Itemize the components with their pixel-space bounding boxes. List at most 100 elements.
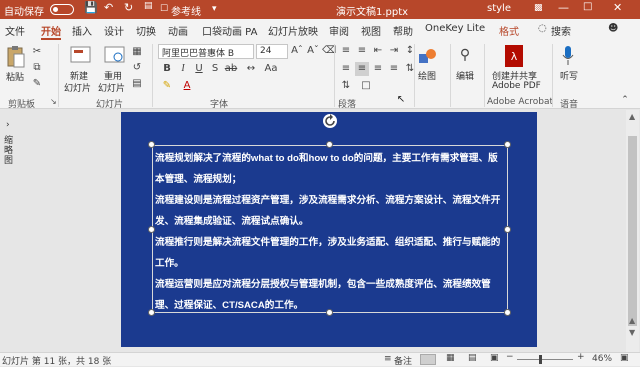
resize-handle[interactable] bbox=[326, 141, 333, 148]
highlight-icon[interactable]: ✎ bbox=[160, 79, 174, 93]
resize-handle[interactable] bbox=[148, 141, 155, 148]
tab-onekey-lite[interactable]: OneKey Lite bbox=[425, 23, 485, 34]
paste-icon[interactable] bbox=[6, 45, 26, 69]
font-family-select[interactable]: 阿里巴巴普惠体 B bbox=[158, 44, 254, 59]
resize-handle[interactable] bbox=[504, 309, 511, 316]
reading-view-icon[interactable]: ▤ bbox=[468, 353, 477, 363]
reuse-slide-label-2[interactable]: 幻灯片 bbox=[98, 81, 125, 94]
group-dialog-launcher-icon[interactable]: ↘ bbox=[50, 97, 57, 106]
reuse-slide-icon[interactable] bbox=[104, 45, 126, 65]
shadow-icon[interactable]: S bbox=[208, 62, 222, 76]
font-color-icon[interactable]: A bbox=[180, 79, 194, 93]
minimize-icon[interactable]: — bbox=[558, 1, 569, 14]
microphone-icon[interactable] bbox=[562, 46, 574, 66]
share-icon[interactable]: ☻ bbox=[608, 23, 618, 34]
zoom-slider[interactable] bbox=[517, 359, 573, 360]
resize-handle[interactable] bbox=[148, 309, 155, 316]
drawing-shapes-icon[interactable] bbox=[418, 47, 438, 65]
resize-handle[interactable] bbox=[504, 226, 511, 233]
tab-pocket-animation[interactable]: 口袋动画 PA bbox=[202, 23, 257, 38]
zoom-slider-thumb[interactable] bbox=[539, 355, 543, 364]
bold-icon[interactable]: B bbox=[160, 62, 174, 76]
copy-icon[interactable]: ⧉ bbox=[30, 61, 44, 75]
thumbnail-pane-collapsed[interactable]: › 缩略图 bbox=[0, 110, 20, 352]
decrease-indent-icon[interactable]: ⇤ bbox=[371, 44, 385, 58]
align-text-icon[interactable]: ⇅ bbox=[339, 79, 353, 93]
increase-indent-icon[interactable]: ⇥ bbox=[387, 44, 401, 58]
resize-handle[interactable] bbox=[504, 141, 511, 148]
tab-animations[interactable]: 动画 bbox=[168, 23, 188, 38]
notes-button[interactable]: 备注 bbox=[394, 354, 412, 367]
slide-show-icon[interactable]: ▣ bbox=[490, 353, 499, 363]
drawing-label[interactable]: 绘图 bbox=[418, 69, 436, 82]
editing-label[interactable]: 编辑 bbox=[456, 69, 474, 82]
decrease-font-icon[interactable]: Aˇ bbox=[306, 44, 320, 58]
format-painter-icon[interactable]: ✎ bbox=[30, 77, 44, 91]
reference-line-label[interactable]: 参考线 bbox=[171, 3, 201, 18]
collapse-ribbon-icon[interactable]: ⌃ bbox=[618, 93, 632, 107]
adobe-pdf-icon[interactable]: λ bbox=[505, 45, 523, 67]
maximize-icon[interactable]: □ bbox=[583, 1, 592, 12]
tab-insert[interactable]: 插入 bbox=[72, 23, 92, 38]
scroll-up-icon[interactable]: ▲ bbox=[629, 112, 635, 121]
zoom-out-icon[interactable]: − bbox=[506, 352, 514, 362]
dictate-label[interactable]: 听写 bbox=[560, 69, 578, 82]
tab-format[interactable]: 格式 bbox=[499, 23, 519, 38]
editing-icon[interactable]: ⚲ bbox=[458, 48, 472, 62]
underline-icon[interactable]: U bbox=[192, 62, 206, 76]
next-slide-icon[interactable]: ▼ bbox=[629, 328, 635, 337]
notes-icon[interactable]: ≡ bbox=[384, 354, 392, 364]
character-spacing-icon[interactable]: ↔ bbox=[244, 62, 258, 76]
start-from-beginning-icon[interactable]: ▤ bbox=[144, 1, 153, 11]
close-icon[interactable]: ✕ bbox=[613, 1, 622, 14]
align-right-icon[interactable]: ≡ bbox=[371, 62, 385, 76]
strikethrough-icon[interactable]: ab bbox=[224, 62, 238, 76]
increase-font-icon[interactable]: Aˆ bbox=[290, 44, 304, 58]
reference-line-checkbox[interactable]: ☐ bbox=[160, 4, 168, 14]
scrollbar-thumb[interactable] bbox=[628, 136, 637, 326]
slide-text-content[interactable]: 流程规划解决了流程的what to do和how to do的问题，主要工作有需… bbox=[155, 148, 505, 316]
zoom-in-icon[interactable]: + bbox=[577, 352, 585, 362]
bullets-icon[interactable]: ≡ bbox=[339, 44, 353, 58]
tab-design[interactable]: 设计 bbox=[104, 23, 124, 38]
smartart-icon[interactable]: □ bbox=[359, 79, 373, 93]
lightbulb-icon[interactable]: ◌ bbox=[538, 23, 547, 34]
undo-icon[interactable]: ↶ bbox=[104, 1, 113, 14]
reset-icon[interactable]: ↺ bbox=[130, 61, 144, 75]
new-slide-label-2[interactable]: 幻灯片 bbox=[64, 81, 91, 94]
zoom-level[interactable]: 46% bbox=[592, 354, 612, 364]
tab-transitions[interactable]: 切换 bbox=[136, 23, 156, 38]
rotate-handle-icon[interactable] bbox=[322, 113, 338, 129]
font-size-select[interactable]: 24 bbox=[256, 44, 288, 59]
tab-review[interactable]: 审阅 bbox=[329, 23, 349, 38]
tab-view[interactable]: 视图 bbox=[361, 23, 381, 38]
align-left-icon[interactable]: ≡ bbox=[339, 62, 353, 76]
new-slide-icon[interactable] bbox=[70, 45, 92, 65]
prev-slide-icon[interactable]: ▲ bbox=[629, 316, 635, 325]
tab-file[interactable]: 文件 bbox=[5, 23, 25, 38]
tab-help[interactable]: 帮助 bbox=[393, 23, 413, 38]
section-icon[interactable]: ▤ bbox=[130, 77, 144, 91]
expand-pane-icon[interactable]: › bbox=[6, 120, 10, 130]
thumbnail-label[interactable]: 缩略图 bbox=[4, 136, 16, 166]
italic-icon[interactable]: I bbox=[176, 62, 190, 76]
adobe-pdf-label[interactable]: Adobe PDF bbox=[492, 81, 541, 91]
change-case-icon[interactable]: Aa bbox=[264, 62, 278, 76]
normal-view-icon[interactable] bbox=[420, 354, 436, 365]
numbering-icon[interactable]: ≡ bbox=[355, 44, 369, 58]
save-icon[interactable]: 💾 bbox=[84, 1, 98, 14]
tab-home[interactable]: 开始 bbox=[41, 23, 61, 38]
tab-slide-show[interactable]: 幻灯片放映 bbox=[268, 23, 318, 38]
ribbon-display-icon[interactable]: ▩ bbox=[534, 3, 543, 13]
slide-sorter-icon[interactable]: ▦ bbox=[446, 353, 455, 363]
fit-to-window-icon[interactable]: ▣ bbox=[620, 353, 629, 363]
layout-icon[interactable]: ▦ bbox=[130, 45, 144, 59]
redo-icon[interactable]: ↻ bbox=[124, 1, 133, 14]
search-label[interactable]: 搜索 bbox=[551, 23, 571, 38]
chevron-down-icon[interactable]: ▾ bbox=[212, 4, 217, 14]
align-center-icon[interactable]: ≡ bbox=[355, 62, 369, 76]
paste-label[interactable]: 粘贴 bbox=[6, 70, 24, 83]
autosave-toggle[interactable] bbox=[50, 4, 74, 15]
cut-icon[interactable]: ✂ bbox=[30, 45, 44, 59]
resize-handle[interactable] bbox=[148, 226, 155, 233]
